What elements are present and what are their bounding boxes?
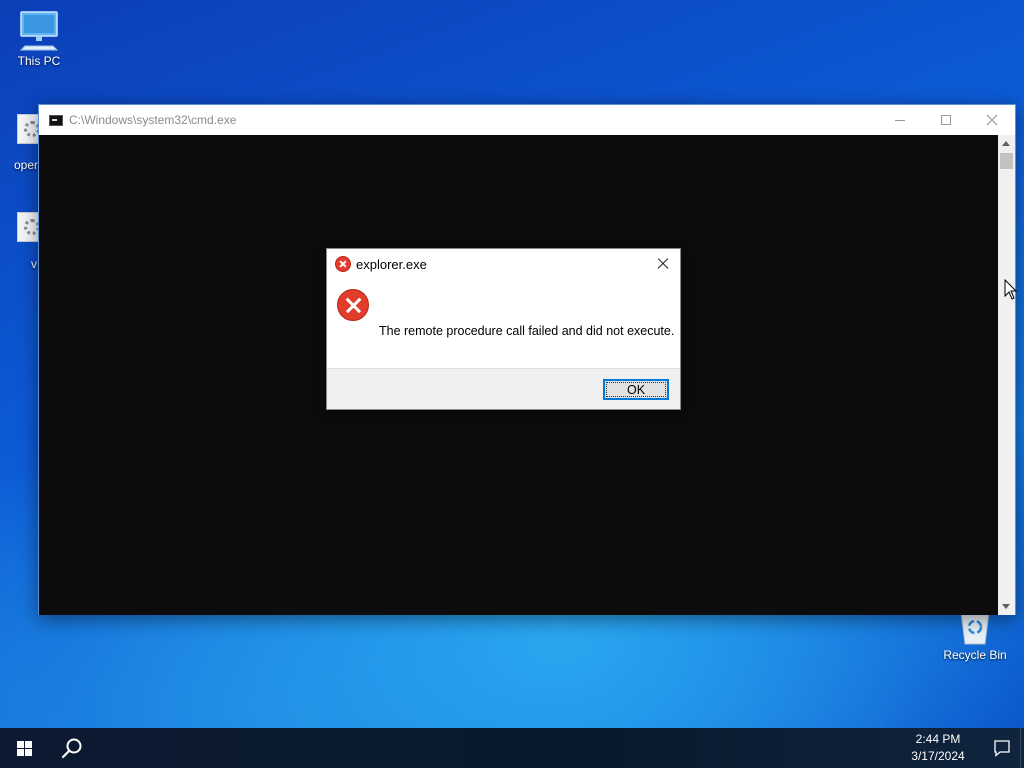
desktop-icon-label: Recycle Bin [943,648,1007,662]
show-desktop-button[interactable] [1020,728,1024,768]
mouse-cursor-icon [1004,279,1018,300]
desktop-icon-this-pc[interactable]: This PC [10,10,68,68]
close-button[interactable] [969,105,1015,135]
scroll-up-arrow-icon[interactable] [1002,141,1010,146]
windows-logo-icon [16,740,32,756]
desktop-icon-label: v [31,257,37,271]
desktop-icon-label: This PC [17,54,61,68]
minimize-icon [895,119,905,121]
computer-icon [19,11,59,51]
desktop-icon-recycle-bin[interactable]: Recycle Bin [940,610,1010,662]
window-title: C:\Windows\system32\cmd.exe [69,113,237,127]
taskbar-clock[interactable]: 2:44 PM 3/17/2024 [898,731,978,765]
error-icon [337,289,369,321]
scroll-thumb[interactable] [1000,153,1013,169]
search-icon [61,738,82,759]
window-titlebar[interactable]: C:\Windows\system32\cmd.exe [39,105,1015,135]
clock-date: 3/17/2024 [911,749,965,763]
ok-button[interactable]: OK [603,379,669,400]
minimize-button[interactable] [877,105,923,135]
recycle-bin-icon [960,611,990,645]
dialog-close-button[interactable] [652,253,674,275]
dialog-titlebar[interactable]: explorer.exe [327,249,680,279]
error-dialog[interactable]: explorer.exe The remote procedure call f… [326,248,681,410]
maximize-button[interactable] [923,105,969,135]
dialog-footer: OK [327,368,680,409]
close-icon [656,257,670,271]
vertical-scrollbar[interactable] [998,135,1015,615]
dialog-title: explorer.exe [356,256,427,272]
clock-time: 2:44 PM [915,732,961,746]
maximize-icon [941,115,951,125]
search-button[interactable] [48,728,96,768]
close-icon [986,114,998,126]
error-message: The remote procedure call failed and did… [379,324,675,338]
notification-icon [994,740,1010,757]
start-button[interactable] [0,728,48,768]
desktop-icon-label: oper [14,158,39,172]
cmd-icon [49,114,63,126]
error-icon [335,256,351,272]
action-center-button[interactable] [980,728,1024,768]
taskbar: 2:44 PM 3/17/2024 [0,728,1024,768]
scroll-down-arrow-icon[interactable] [1002,604,1010,609]
